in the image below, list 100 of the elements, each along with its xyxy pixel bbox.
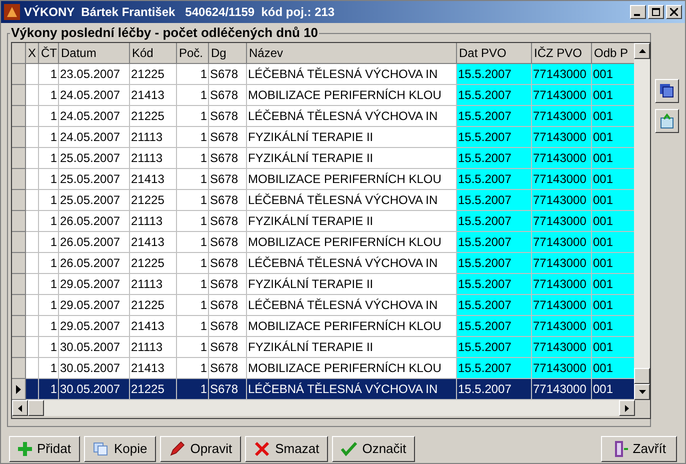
table-row[interactable]: 1 29.05.2007 21413 1 S678 MOBILIZACE PERIFERNÍCH KLOU 15.5.2007 77143000 001 [12, 316, 634, 337]
table-cell: 1 [177, 295, 209, 316]
add-button[interactable]: Přidat [9, 436, 80, 462]
delete-button[interactable]: Smazat [245, 436, 328, 462]
horizontal-scrollbar[interactable] [12, 400, 635, 416]
mark-button[interactable]: Označit [332, 436, 416, 462]
table-row[interactable]: 1 30.05.2007 21225 1 S678 LÉČEBNÁ TĚLESNÁ VÝCHOVA IN 15.5.2007 77143000 001 [12, 379, 634, 400]
table-cell: 1 [39, 64, 59, 85]
table-cell: 1 [177, 106, 209, 127]
close-dialog-button[interactable]: Zavřít [600, 436, 677, 462]
column-header[interactable]: Název [247, 43, 457, 64]
app-icon [4, 4, 20, 20]
table-row[interactable]: 1 26.05.2007 21225 1 S678 LÉČEBNÁ TĚLESNÁ VÝCHOVA IN 15.5.2007 77143000 001 [12, 253, 634, 274]
table-cell: 15.5.2007 [457, 127, 532, 148]
table-cell: S678 [209, 211, 247, 232]
table-cell: 21413 [130, 316, 177, 337]
table-cell: 77143000 [532, 106, 592, 127]
table-cell: 21225 [130, 190, 177, 211]
folder-arrow-icon [659, 113, 675, 129]
cross-icon [254, 441, 270, 457]
table-cell: MOBILIZACE PERIFERNÍCH KLOU [247, 169, 457, 190]
table-cell: 001 [592, 295, 634, 316]
table-cell: 1 [177, 127, 209, 148]
table-cell: 25.05.2007 [59, 190, 130, 211]
table-cell: LÉČEBNÁ TĚLESNÁ VÝCHOVA IN [247, 106, 457, 127]
table-cell: S678 [209, 274, 247, 295]
table-row[interactable]: 1 24.05.2007 21113 1 S678 FYZIKÁLNÍ TERAPIE II 15.5.2007 77143000 001 [12, 127, 634, 148]
table-cell: 1 [39, 85, 59, 106]
table-cell: FYZIKÁLNÍ TERAPIE II [247, 148, 457, 169]
return-button[interactable] [655, 109, 679, 133]
table-cell: 001 [592, 106, 634, 127]
table-cell: S678 [209, 253, 247, 274]
column-header[interactable]: Dg [209, 43, 247, 64]
table-cell: 15.5.2007 [457, 358, 532, 379]
table-cell: 77143000 [532, 253, 592, 274]
table-cell: 29.05.2007 [59, 274, 130, 295]
scrollbar-thumb[interactable] [634, 368, 650, 384]
column-header[interactable]: IČZ PVO [532, 43, 592, 64]
table-cell: S678 [209, 190, 247, 211]
window-title: VÝKONY Bártek František 540624/1159 kód poj.: 213 [24, 4, 335, 21]
table-row[interactable]: 1 30.05.2007 21113 1 S678 FYZIKÁLNÍ TERAPIE II 15.5.2007 77143000 001 [12, 337, 634, 358]
table-cell: MOBILIZACE PERIFERNÍCH KLOU [247, 85, 457, 106]
table-cell: S678 [209, 316, 247, 337]
table-row[interactable]: 1 29.05.2007 21225 1 S678 LÉČEBNÁ TĚLESNÁ VÝCHOVA IN 15.5.2007 77143000 001 [12, 295, 634, 316]
table-row[interactable]: 1 30.05.2007 21413 1 S678 MOBILIZACE PERIFERNÍCH KLOU 15.5.2007 77143000 001 [12, 358, 634, 379]
column-header[interactable]: Odb P [592, 43, 634, 64]
table-cell: 15.5.2007 [457, 295, 532, 316]
column-header[interactable]: X [26, 43, 39, 64]
table-cell: 77143000 [532, 274, 592, 295]
table-cell: 001 [592, 211, 634, 232]
table-cell: 26.05.2007 [59, 253, 130, 274]
scroll-up-icon[interactable] [638, 49, 646, 53]
column-header[interactable]: Poč. [177, 43, 209, 64]
scroll-right-icon[interactable] [625, 404, 629, 412]
table-cell: 1 [39, 127, 59, 148]
table-row[interactable]: 1 25.05.2007 21413 1 S678 MOBILIZACE PERIFERNÍCH KLOU 15.5.2007 77143000 001 [12, 169, 634, 190]
table-cell: 15.5.2007 [457, 211, 532, 232]
column-header[interactable]: Datum [59, 43, 130, 64]
scroll-down-icon[interactable] [638, 390, 646, 394]
stacked-windows-icon [659, 83, 675, 99]
table-cell: 001 [592, 337, 634, 358]
table-cell: 29.05.2007 [59, 316, 130, 337]
table-row[interactable]: 1 26.05.2007 21113 1 S678 FYZIKÁLNÍ TERAPIE II 15.5.2007 77143000 001 [12, 211, 634, 232]
table-cell: 001 [592, 169, 634, 190]
table-cell: 29.05.2007 [59, 295, 130, 316]
table-cell: 26.05.2007 [59, 232, 130, 253]
table-row[interactable]: 1 29.05.2007 21113 1 S678 FYZIKÁLNÍ TERAPIE II 15.5.2007 77143000 001 [12, 274, 634, 295]
column-header[interactable]: ČT [39, 43, 59, 64]
column-header[interactable]: Kód [130, 43, 177, 64]
table-cell: 1 [177, 232, 209, 253]
table-cell: 25.05.2007 [59, 169, 130, 190]
table-cell: 15.5.2007 [457, 64, 532, 85]
table-row[interactable]: 1 24.05.2007 21413 1 S678 MOBILIZACE PERIFERNÍCH KLOU 15.5.2007 77143000 001 [12, 85, 634, 106]
edit-button[interactable]: Opravit [160, 436, 242, 462]
maximize-button[interactable] [648, 5, 664, 19]
column-header[interactable]: Dat PVO [457, 43, 532, 64]
table-cell: 77143000 [532, 337, 592, 358]
table-row[interactable]: 1 23.05.2007 21225 1 S678 LÉČEBNÁ TĚLESNÁ VÝCHOVA IN 15.5.2007 77143000 001 [12, 64, 634, 85]
table-row[interactable]: 1 25.05.2007 21113 1 S678 FYZIKÁLNÍ TERAPIE II 15.5.2007 77143000 001 [12, 148, 634, 169]
table-row[interactable]: 1 24.05.2007 21225 1 S678 LÉČEBNÁ TĚLESNÁ VÝCHOVA IN 15.5.2007 77143000 001 [12, 106, 634, 127]
table-cell: 77143000 [532, 85, 592, 106]
table-cell: 1 [39, 337, 59, 358]
table-cell: 001 [592, 253, 634, 274]
vertical-scrollbar[interactable] [634, 43, 650, 400]
scrollbar-thumb[interactable] [28, 400, 44, 416]
table-row[interactable]: 1 25.05.2007 21225 1 S678 LÉČEBNÁ TĚLESNÁ VÝCHOVA IN 15.5.2007 77143000 001 [12, 190, 634, 211]
scroll-left-icon[interactable] [18, 404, 22, 412]
table-row[interactable]: 1 26.05.2007 21413 1 S678 MOBILIZACE PERIFERNÍCH KLOU 15.5.2007 77143000 001 [12, 232, 634, 253]
table-cell: 21225 [130, 64, 177, 85]
table-cell: S678 [209, 295, 247, 316]
copy-button[interactable]: Kopie [84, 436, 156, 462]
close-button[interactable] [666, 5, 682, 19]
table-cell: 77143000 [532, 295, 592, 316]
table-cell: 1 [39, 148, 59, 169]
table-cell: 001 [592, 232, 634, 253]
table-cell: 15.5.2007 [457, 169, 532, 190]
windows-button[interactable] [655, 79, 679, 103]
minimize-button[interactable] [630, 5, 646, 19]
table-cell: 1 [39, 295, 59, 316]
table-cell: 1 [39, 169, 59, 190]
